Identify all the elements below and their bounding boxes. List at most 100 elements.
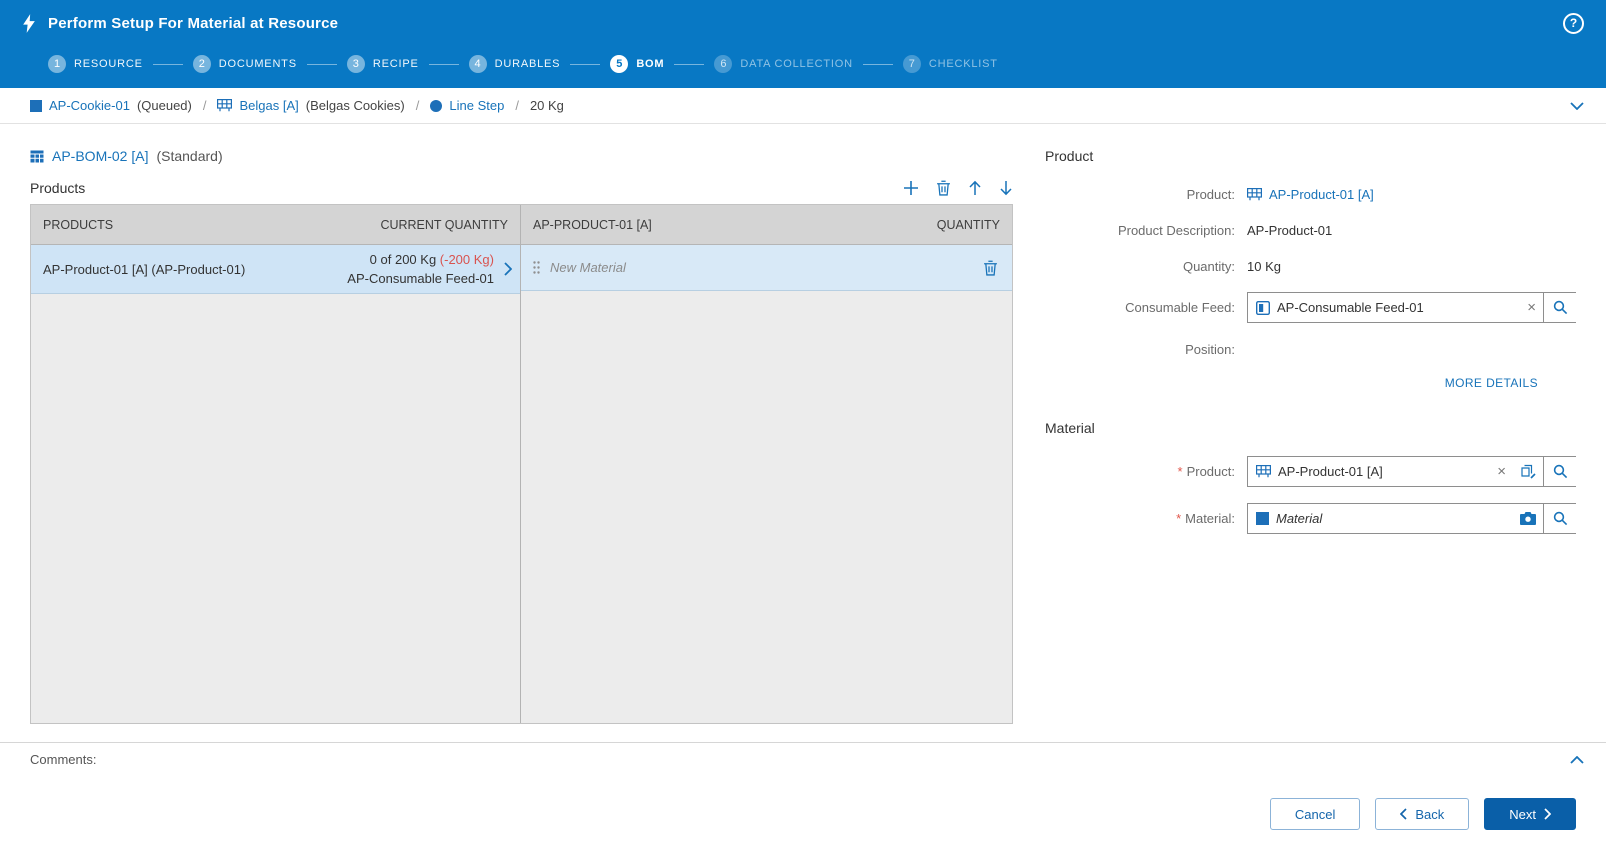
resource-icon <box>217 99 232 112</box>
step-connector <box>307 64 337 65</box>
step-resource[interactable]: 1 RESOURCE <box>48 55 143 73</box>
quantity-label: Quantity: <box>1045 259 1235 274</box>
product-fields: Product: AP-Product-01 [A] Product Descr… <box>1045 184 1576 390</box>
move-up-button[interactable] <box>968 180 982 196</box>
delete-button[interactable] <box>936 180 951 196</box>
wizard-actions: Cancel Back Next <box>0 776 1606 852</box>
products-table-header: PRODUCTS CURRENT QUANTITY <box>31 205 520 245</box>
products-table: PRODUCTS CURRENT QUANTITY AP-Product-01 … <box>31 205 521 723</box>
material-product-input[interactable]: AP-Product-01 [A] × <box>1247 456 1576 487</box>
consumable-feed-value: AP-Consumable Feed-01 <box>1277 300 1520 315</box>
more-details-link[interactable]: MORE DETAILS <box>1445 376 1538 390</box>
material-product-label: *Product: <box>1045 464 1235 479</box>
bom-name-link[interactable]: AP-BOM-02 [A] <box>52 148 148 164</box>
chevron-down-icon <box>1570 102 1584 110</box>
chevron-up-icon <box>1570 756 1584 764</box>
product-row[interactable]: AP-Product-01 [A] (AP-Product-01) 0 of 2… <box>31 245 520 294</box>
drag-handle-icon[interactable] <box>533 261 540 274</box>
move-down-button[interactable] <box>999 180 1013 196</box>
next-button[interactable]: Next <box>1484 798 1576 830</box>
step-label: DATA COLLECTION <box>740 58 852 70</box>
product-quantity-block: 0 of 200 Kg (-200 Kg) AP-Consumable Feed… <box>347 250 494 288</box>
product-icon <box>1256 465 1271 478</box>
bom-icon <box>30 150 44 163</box>
main-content: AP-BOM-02 [A] (Standard) Products <box>0 124 1606 742</box>
product-name: AP-Product-01 [A] (AP-Product-01) <box>43 262 245 277</box>
column-current-quantity: CURRENT QUANTITY <box>380 218 508 232</box>
step-connector <box>863 64 893 65</box>
step-label: CHECKLIST <box>929 58 998 70</box>
consumable-feed-icon <box>1256 301 1270 315</box>
product-description-label: Product Description: <box>1045 223 1235 238</box>
material-product-value: AP-Product-01 [A] <box>1278 464 1490 479</box>
search-icon[interactable] <box>1543 293 1576 322</box>
material-link[interactable]: AP-Cookie-01 <box>49 98 130 113</box>
step-bom[interactable]: 5 BOM <box>610 55 664 73</box>
step-label: DURABLES <box>495 58 561 70</box>
details-panel: Product Product: AP-Product-01 [A] Produ… <box>1013 124 1576 742</box>
step-number: 1 <box>48 55 66 73</box>
products-toolbar <box>903 180 1013 196</box>
material-icon <box>1256 512 1269 525</box>
resource-description: (Belgas Cookies) <box>306 98 405 113</box>
clear-icon[interactable]: × <box>1520 300 1543 315</box>
step-number: 3 <box>347 55 365 73</box>
resource-link[interactable]: Belgas [A] <box>239 98 298 113</box>
bom-tables: PRODUCTS CURRENT QUANTITY AP-Product-01 … <box>30 204 1013 724</box>
products-section-title: Products <box>30 180 85 196</box>
back-label: Back <box>1415 807 1444 822</box>
step-documents[interactable]: 2 DOCUMENTS <box>193 55 297 73</box>
material-input[interactable]: Material <box>1247 503 1576 534</box>
context-quantity: 20 Kg <box>530 98 564 113</box>
camera-scan-icon[interactable] <box>1513 512 1543 525</box>
search-icon[interactable] <box>1543 504 1576 533</box>
breadcrumb-separator: / <box>515 98 519 113</box>
row-delete-button[interactable] <box>983 260 1004 276</box>
comments-label: Comments: <box>30 752 96 767</box>
step-label: BOM <box>636 58 664 70</box>
step-link[interactable]: Line Step <box>449 98 504 113</box>
next-label: Next <box>1509 807 1536 822</box>
step-durables[interactable]: 4 DURABLES <box>469 55 561 73</box>
step-data-collection[interactable]: 6 DATA COLLECTION <box>714 55 852 73</box>
step-checklist[interactable]: 7 CHECKLIST <box>903 55 998 73</box>
bom-pane: AP-BOM-02 [A] (Standard) Products <box>30 124 1013 742</box>
new-material-row[interactable]: New Material <box>521 245 1012 291</box>
step-number: 4 <box>469 55 487 73</box>
step-recipe[interactable]: 3 RECIPE <box>347 55 419 73</box>
comments-collapse-button[interactable] <box>1570 756 1584 764</box>
material-fields: *Product: AP-Product-01 [A] × <box>1045 456 1576 534</box>
quantity-value: 10 Kg <box>1247 256 1576 276</box>
material-icon <box>30 100 42 112</box>
add-button[interactable] <box>903 180 919 196</box>
required-marker: * <box>1176 511 1181 526</box>
search-icon[interactable] <box>1543 457 1576 486</box>
material-label: *Material: <box>1045 511 1235 526</box>
help-icon[interactable]: ? <box>1563 13 1584 34</box>
context-collapse-button[interactable] <box>1570 102 1584 110</box>
comments-bar: Comments: <box>0 742 1606 776</box>
required-marker: * <box>1178 464 1183 479</box>
material-placeholder: Material <box>1276 511 1513 526</box>
consumable-feed-name: AP-Consumable Feed-01 <box>347 271 494 286</box>
new-material-placeholder: New Material <box>550 260 626 275</box>
column-products: PRODUCTS <box>43 218 113 232</box>
context-bar: AP-Cookie-01 (Queued) / Belgas [A] (Belg… <box>0 88 1606 124</box>
breadcrumb-material: AP-Cookie-01 (Queued) <box>30 98 192 113</box>
back-button[interactable]: Back <box>1375 798 1469 830</box>
step-label: RESOURCE <box>74 58 143 70</box>
header: Perform Setup For Material at Resource ?… <box>0 0 1606 88</box>
alternates-icon[interactable] <box>1513 464 1543 479</box>
expand-row-chevron-icon[interactable] <box>504 262 512 276</box>
cancel-button[interactable]: Cancel <box>1270 798 1360 830</box>
app-window: Perform Setup For Material at Resource ?… <box>0 0 1606 852</box>
product-link[interactable]: AP-Product-01 [A] <box>1269 187 1374 202</box>
clear-icon[interactable]: × <box>1490 464 1513 479</box>
chevron-left-icon <box>1400 808 1407 820</box>
step-number: 5 <box>610 55 628 73</box>
materials-table-header: AP-PRODUCT-01 [A] QUANTITY <box>521 205 1012 245</box>
consumable-feed-input[interactable]: AP-Consumable Feed-01 × <box>1247 292 1576 323</box>
breadcrumb-separator: / <box>416 98 420 113</box>
position-value <box>1247 339 1576 359</box>
product-icon <box>1247 188 1262 201</box>
